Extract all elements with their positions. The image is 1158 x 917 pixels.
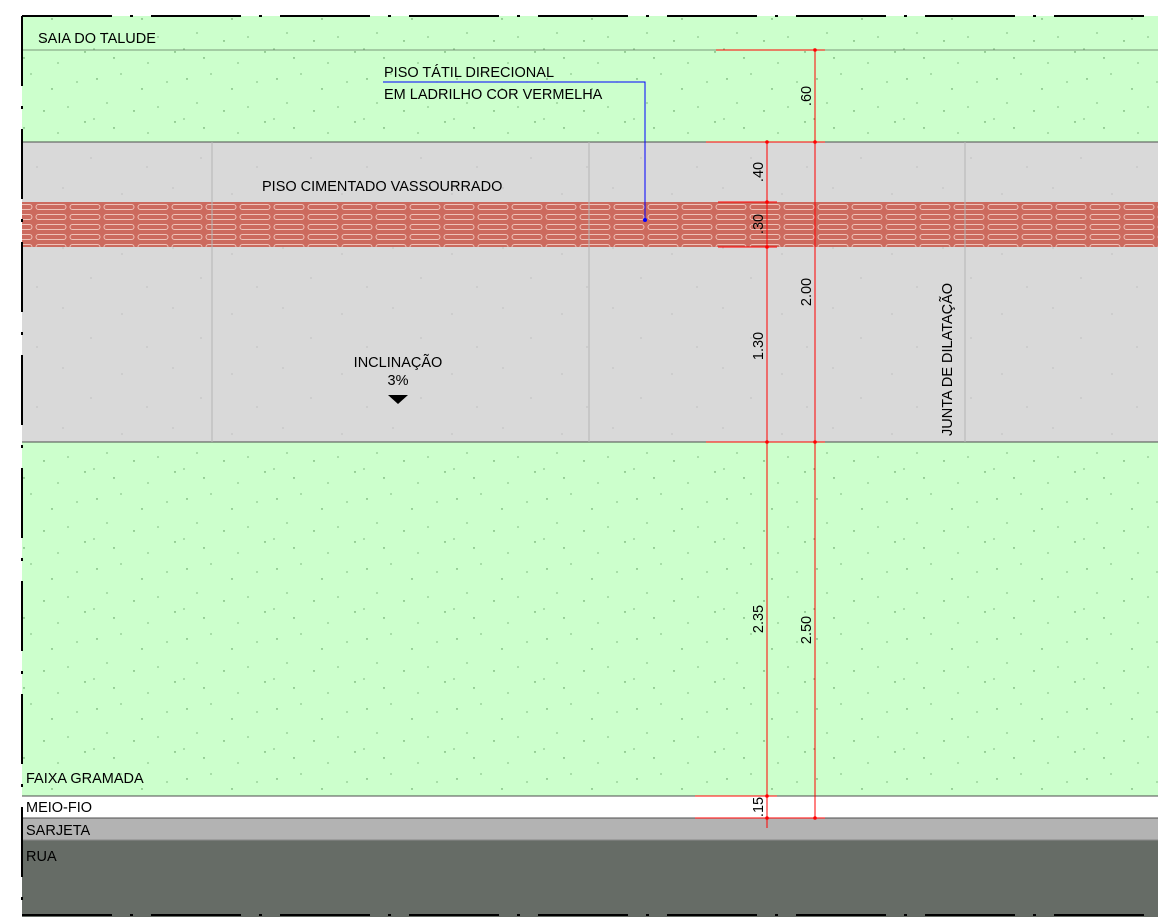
- tactile-paving-strip: [22, 202, 1158, 247]
- sidewalk-plan-drawing: SAIA DO TALUDE PISO TÁTIL DIRECIONAL EM …: [21, 15, 1158, 917]
- dim-tick: [765, 245, 769, 249]
- sarjeta-label: SARJETA: [26, 823, 91, 839]
- saia-do-talude-label: SAIA DO TALUDE: [38, 31, 156, 47]
- dim-tick: [813, 48, 817, 52]
- dim-tick: [813, 440, 817, 444]
- meio-fio-zone: [22, 796, 1158, 818]
- junta-dilatacao-label: JUNTA DE DILATAÇÃO: [939, 283, 956, 436]
- piso-cimentado-label: PISO CIMENTADO VASSOURRADO: [262, 179, 502, 195]
- dim-235-text: 2.35: [751, 605, 767, 633]
- rua-zone: [22, 840, 1158, 917]
- dim-015-text: .15: [751, 797, 767, 817]
- dim-tick: [813, 140, 817, 144]
- dim-tick: [765, 440, 769, 444]
- dim-tick: [765, 200, 769, 204]
- piso-tatil-label-line1: PISO TÁTIL DIRECIONAL: [384, 64, 554, 81]
- dim-tick: [813, 816, 817, 820]
- zones: [22, 16, 1158, 917]
- inclinacao-value: 3%: [388, 373, 409, 389]
- dim-060-text: .60: [799, 86, 815, 106]
- concrete-walkway-hatch: [22, 142, 1158, 442]
- meio-fio-label: MEIO-FIO: [26, 800, 92, 816]
- dim-030-text: .30: [751, 214, 767, 234]
- inclinacao-label: INCLINAÇÃO: [354, 354, 443, 371]
- sarjeta-zone: [22, 818, 1158, 840]
- faixa-gramada-label: FAIXA GRAMADA: [26, 771, 144, 787]
- rua-label: RUA: [26, 849, 57, 865]
- saia-do-talude-hatch: [22, 16, 1158, 50]
- dim-040-text: .40: [751, 162, 767, 182]
- leader-endpoint: [643, 218, 647, 222]
- dim-tick: [765, 140, 769, 144]
- dim-130-text: 1.30: [751, 332, 767, 360]
- faixa-gramada-hatch: [22, 442, 1158, 796]
- dim-250-text: 2.50: [799, 616, 815, 644]
- dim-200-text: 2.00: [799, 278, 815, 306]
- drawing-stage: SAIA DO TALUDE PISO TÁTIL DIRECIONAL EM …: [0, 0, 1158, 917]
- piso-tatil-label-line2: EM LADRILHO COR VERMELHA: [384, 87, 603, 103]
